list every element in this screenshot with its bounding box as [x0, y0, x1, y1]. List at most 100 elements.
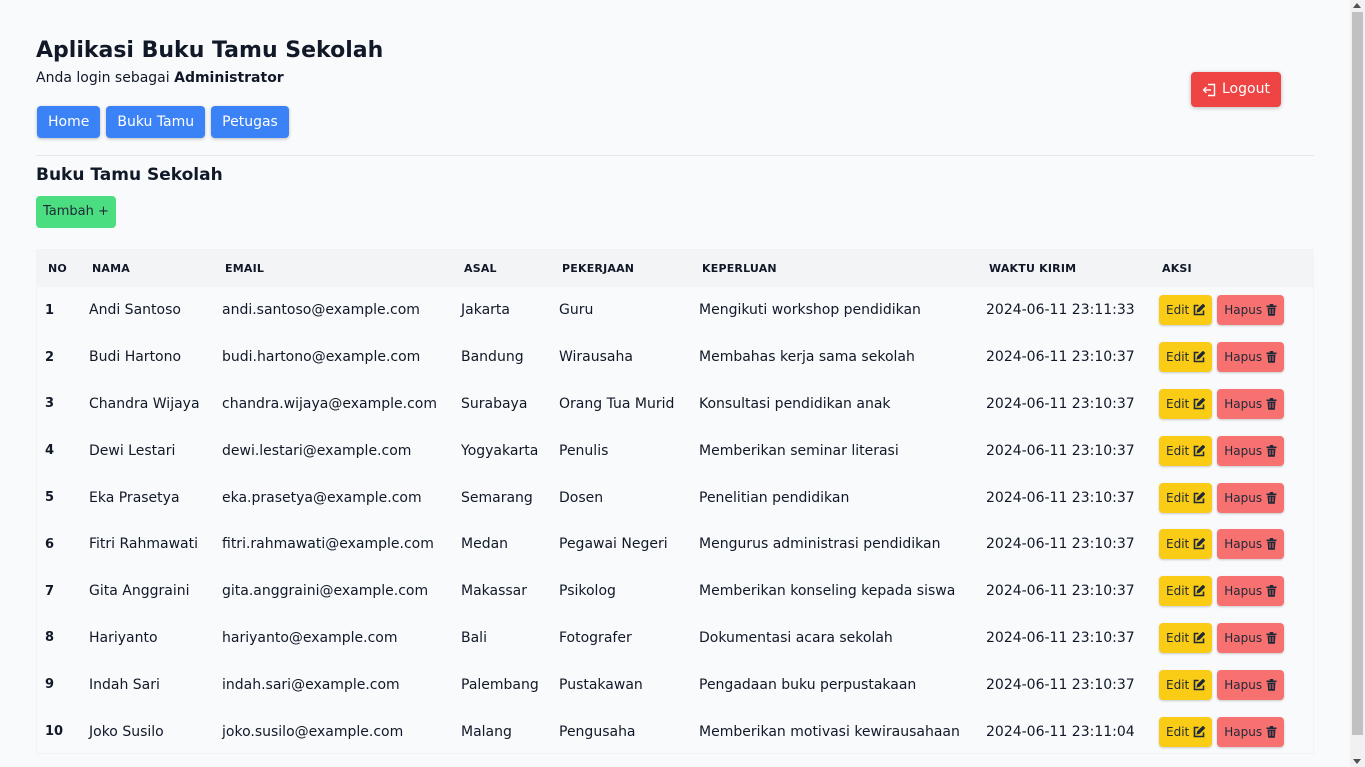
- header-waktu-kirim: WAKTU KIRIM: [989, 262, 1077, 275]
- delete-button[interactable]: Hapus: [1217, 716, 1285, 747]
- edit-button[interactable]: Edit: [1159, 622, 1213, 653]
- delete-label: Hapus: [1224, 396, 1263, 411]
- delete-button[interactable]: Hapus: [1217, 342, 1285, 373]
- delete-button[interactable]: Hapus: [1217, 529, 1285, 560]
- delete-button[interactable]: Hapus: [1217, 388, 1285, 419]
- delete-button[interactable]: Hapus: [1217, 435, 1285, 466]
- cell-no: 2: [45, 349, 55, 365]
- cell-keperluan: Konsultasi pendidikan anak: [699, 395, 891, 412]
- trash-icon: [1266, 444, 1277, 457]
- cell-pekerjaan: Pustakawan: [559, 676, 643, 693]
- cell-waktu-kirim: 2024-06-11 23:10:37: [986, 536, 1135, 553]
- cell-email: eka.prasetya@example.com: [222, 489, 422, 506]
- cell-aksi: Edit Hapus: [1151, 381, 1313, 428]
- cell-asal: Bandung: [461, 349, 524, 366]
- trash-icon: [1266, 725, 1277, 738]
- cell-keperluan: Memberikan seminar literasi: [699, 442, 899, 459]
- edit-button[interactable]: Edit: [1159, 435, 1213, 466]
- cell-asal: Palembang: [461, 676, 539, 693]
- table-row: 1 Andi Santoso andi.santoso@example.com Jak…: [37, 287, 1313, 334]
- cell-no: 7: [45, 583, 55, 599]
- logout-button[interactable]: Logout: [1191, 72, 1281, 107]
- delete-label: Hapus: [1224, 724, 1263, 739]
- edit-button[interactable]: Edit: [1159, 482, 1213, 513]
- edit-button[interactable]: Edit: [1159, 295, 1213, 326]
- edit-icon: [1193, 538, 1206, 550]
- cell-email: dewi.lestari@example.com: [222, 442, 412, 459]
- edit-button[interactable]: Edit: [1159, 669, 1213, 700]
- cell-keperluan: Memberikan konseling kepada siswa: [699, 583, 956, 600]
- cell-no: 9: [45, 677, 55, 693]
- edit-button[interactable]: Edit: [1159, 576, 1213, 607]
- cell-pekerjaan: Psikolog: [559, 583, 616, 600]
- row-actions: Edit Hapus: [1159, 669, 1313, 700]
- row-actions: Edit Hapus: [1159, 388, 1313, 419]
- edit-button[interactable]: Edit: [1159, 529, 1213, 560]
- row-actions: Edit Hapus: [1159, 295, 1313, 326]
- edit-icon: [1193, 491, 1206, 503]
- trash-icon: [1266, 491, 1277, 504]
- edit-label: Edit: [1166, 490, 1190, 505]
- delete-button[interactable]: Hapus: [1217, 576, 1285, 607]
- table-header-row: NO NAMA EMAIL ASAL PEKERJAAN KEPERLUAN W…: [37, 250, 1313, 287]
- cell-email: indah.sari@example.com: [222, 676, 400, 693]
- edit-button[interactable]: Edit: [1159, 342, 1213, 373]
- delete-button[interactable]: Hapus: [1217, 669, 1285, 700]
- cell-aksi: Edit Hapus: [1151, 568, 1313, 615]
- nav-petugas-button[interactable]: Petugas: [211, 106, 289, 138]
- edit-label: Edit: [1166, 443, 1190, 458]
- cell-aksi: Edit Hapus: [1151, 334, 1313, 381]
- edit-button[interactable]: Edit: [1159, 716, 1213, 747]
- logout-icon: [1202, 83, 1216, 96]
- table-row: 9 Indah Sari indah.sari@example.com Palemba…: [37, 661, 1313, 708]
- cell-pekerjaan: Pegawai Negeri: [559, 536, 668, 553]
- cell-asal: Makassar: [461, 583, 528, 600]
- edit-label: Edit: [1166, 537, 1190, 552]
- header-keperluan: KEPERLUAN: [702, 262, 777, 275]
- table-row: 4 Dewi Lestari dewi.lestari@example.com Yog…: [37, 427, 1313, 474]
- trash-icon: [1266, 304, 1277, 317]
- cell-no: 4: [45, 443, 55, 459]
- vertical-scrollbar[interactable]: [1350, 0, 1365, 767]
- cell-pekerjaan: Penulis: [559, 442, 609, 459]
- row-actions: Edit Hapus: [1159, 716, 1313, 747]
- trash-icon: [1266, 585, 1277, 597]
- nav-buku-tamu-button[interactable]: Buku Tamu: [106, 106, 206, 138]
- cell-waktu-kirim: 2024-06-11 23:10:37: [986, 395, 1135, 412]
- edit-button[interactable]: Edit: [1159, 388, 1213, 419]
- cell-keperluan: Memberikan motivasi kewirausahaan: [699, 723, 960, 740]
- login-role: Administrator: [174, 70, 284, 86]
- cell-asal: Yogyakarta: [461, 442, 539, 459]
- delete-label: Hapus: [1224, 537, 1263, 552]
- header-aksi: AKSI: [1162, 262, 1192, 275]
- cell-keperluan: Mengurus administrasi pendidikan: [699, 536, 941, 553]
- cell-asal: Medan: [461, 536, 509, 553]
- cell-asal: Semarang: [461, 489, 533, 506]
- table-row: 3 Chandra Wijaya chandra.wijaya@example.co…: [37, 381, 1313, 428]
- cell-pekerjaan: Dosen: [559, 489, 604, 506]
- table-row: 5 Eka Prasetya eka.prasetya@example.com Sem…: [37, 474, 1313, 521]
- header-no: NO: [48, 262, 67, 275]
- table-row: 2 Budi Hartono budi.hartono@example.com Ban…: [37, 334, 1313, 381]
- row-actions: Edit Hapus: [1159, 342, 1313, 373]
- cell-nama: Hariyanto: [89, 629, 158, 646]
- cell-waktu-kirim: 2024-06-11 23:10:37: [986, 442, 1135, 459]
- scrollbar-thumb[interactable]: [1352, 12, 1363, 735]
- add-guest-button[interactable]: Tambah +: [36, 196, 116, 228]
- cell-waktu-kirim: 2024-06-11 23:11:04: [986, 723, 1135, 740]
- section-title: Buku Tamu Sekolah: [36, 165, 223, 185]
- edit-label: Edit: [1166, 584, 1190, 599]
- scroll-down-arrow-icon[interactable]: [1353, 759, 1361, 764]
- delete-button[interactable]: Hapus: [1217, 482, 1285, 513]
- delete-button[interactable]: Hapus: [1217, 622, 1285, 653]
- nav-home-button[interactable]: Home: [37, 106, 101, 138]
- delete-label: Hapus: [1224, 584, 1263, 599]
- cell-keperluan: Pengadaan buku perpustakaan: [699, 676, 917, 693]
- delete-button[interactable]: Hapus: [1217, 295, 1285, 326]
- cell-no: 6: [45, 536, 55, 552]
- edit-icon: [1193, 444, 1206, 457]
- cell-aksi: Edit Hapus: [1151, 661, 1313, 708]
- guest-table-container: NO NAMA EMAIL ASAL PEKERJAAN KEPERLUAN W…: [36, 249, 1314, 754]
- cell-asal: Malang: [461, 723, 512, 740]
- scroll-up-arrow-icon[interactable]: [1353, 3, 1361, 8]
